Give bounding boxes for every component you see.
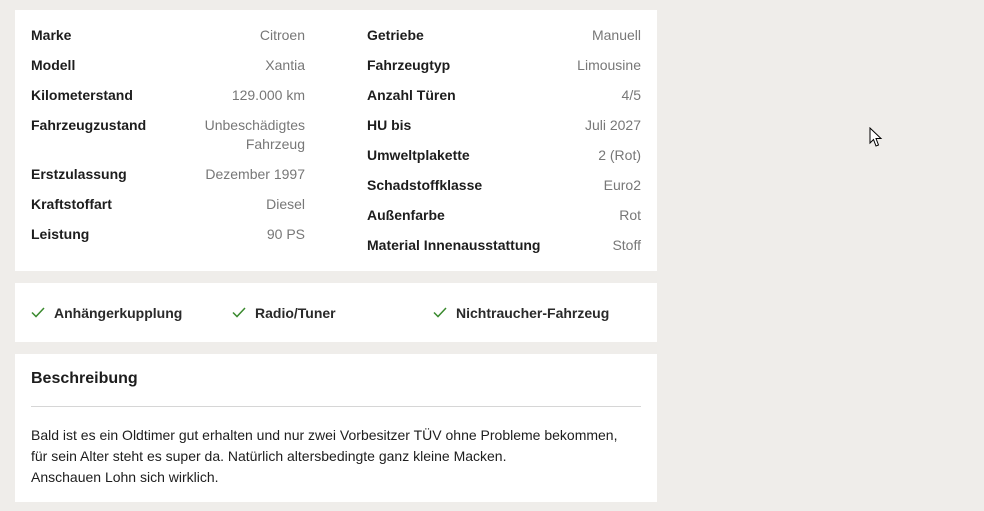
detail-value: 4/5	[621, 87, 641, 103]
description-line: für sein Alter steht es super da. Natürl…	[31, 448, 507, 464]
detail-value: Juli 2027	[584, 117, 641, 133]
detail-label: Kraftstoffart	[31, 196, 112, 212]
detail-value: Dezember 1997	[205, 166, 305, 182]
detail-row-erstzulassung: Erstzulassung Dezember 1997	[31, 165, 305, 184]
feature-item-anhaengerkupplung: Anhängerkupplung	[31, 305, 232, 321]
detail-value: 129.000 km	[231, 87, 305, 103]
detail-row-material-innenausstattung: Material Innenausstattung Stoff	[367, 236, 641, 255]
detail-label: Schadstoffklasse	[367, 177, 483, 193]
detail-row-fahrzeugzustand: Fahrzeugzustand Unbeschädigtes Fahrzeug	[31, 116, 305, 154]
detail-value: Citroen	[259, 27, 305, 43]
description-text: Bald ist es ein Oldtimer gut erhalten un…	[31, 425, 641, 488]
features-list: Anhängerkupplung Radio/Tuner Nichtrauche…	[15, 283, 657, 342]
detail-row-anzahl-tueren: Anzahl Türen 4/5	[367, 86, 641, 105]
description-line: Anschauen Lohn sich wirklich.	[31, 469, 219, 485]
detail-label: Fahrzeugzustand	[31, 117, 147, 133]
detail-row-kilometerstand: Kilometerstand 129.000 km	[31, 86, 305, 105]
detail-row-getriebe: Getriebe Manuell	[367, 26, 641, 45]
detail-label: Material Innenausstattung	[367, 237, 541, 253]
detail-value: Manuell	[591, 27, 641, 43]
description-title: Beschreibung	[31, 370, 138, 387]
description-line: Bald ist es ein Oldtimer gut erhalten un…	[31, 427, 618, 443]
mouse-cursor-icon	[869, 127, 883, 147]
detail-value: Xantia	[265, 57, 305, 73]
detail-row-hu-bis: HU bis Juli 2027	[367, 116, 641, 135]
detail-value: Diesel	[266, 196, 305, 212]
detail-label: Anzahl Türen	[367, 87, 456, 103]
detail-label: Umweltplakette	[367, 147, 470, 163]
detail-label: Marke	[31, 27, 72, 43]
detail-label: Getriebe	[367, 27, 424, 43]
detail-row-modell: Modell Xantia	[31, 56, 305, 75]
detail-label: Leistung	[31, 226, 90, 242]
detail-value: Unbeschädigtes Fahrzeug	[204, 117, 305, 152]
detail-value: Rot	[619, 207, 641, 223]
feature-label: Nichtraucher-Fahrzeug	[456, 304, 610, 321]
feature-item-nichtraucher: Nichtraucher-Fahrzeug	[433, 305, 634, 321]
detail-label: Kilometerstand	[31, 87, 133, 103]
detail-row-schadstoffklasse: Schadstoffklasse Euro2	[367, 176, 641, 195]
detail-row-leistung: Leistung 90 PS	[31, 225, 305, 244]
detail-label: Modell	[31, 57, 76, 73]
detail-label: Außenfarbe	[367, 207, 445, 223]
detail-row-kraftstoffart: Kraftstoffart Diesel	[31, 195, 305, 214]
detail-value: 2 (Rot)	[598, 147, 641, 163]
detail-label: Fahrzeugtyp	[367, 57, 451, 73]
description-card: Beschreibung Bald ist es ein Oldtimer gu…	[15, 354, 657, 502]
detail-label: Erstzulassung	[31, 166, 127, 182]
detail-value: Stoff	[612, 237, 641, 253]
vehicle-details-card: Marke Citroen Modell Xantia Kilometersta…	[15, 10, 657, 271]
feature-item-radio-tuner: Radio/Tuner	[232, 305, 433, 321]
detail-row-aussenfarbe: Außenfarbe Rot	[367, 206, 641, 225]
detail-label: HU bis	[367, 117, 412, 133]
divider	[31, 406, 641, 407]
feature-label: Anhängerkupplung	[54, 304, 183, 321]
detail-row-marke: Marke Citroen	[31, 26, 305, 45]
checkmark-icon	[31, 307, 45, 318]
features-card: Anhängerkupplung Radio/Tuner Nichtrauche…	[15, 283, 657, 342]
detail-value: Limousine	[577, 57, 641, 73]
detail-value: Euro2	[603, 177, 641, 193]
feature-label: Radio/Tuner	[255, 304, 336, 321]
detail-value: 90 PS	[266, 226, 305, 242]
detail-row-umweltplakette: Umweltplakette 2 (Rot)	[367, 146, 641, 165]
checkmark-icon	[433, 307, 447, 318]
details-column-left: Marke Citroen Modell Xantia Kilometersta…	[31, 26, 305, 255]
checkmark-icon	[232, 307, 246, 318]
details-column-right: Getriebe Manuell Fahrzeugtyp Limousine A…	[367, 26, 641, 266]
detail-row-fahrzeugtyp: Fahrzeugtyp Limousine	[367, 56, 641, 75]
